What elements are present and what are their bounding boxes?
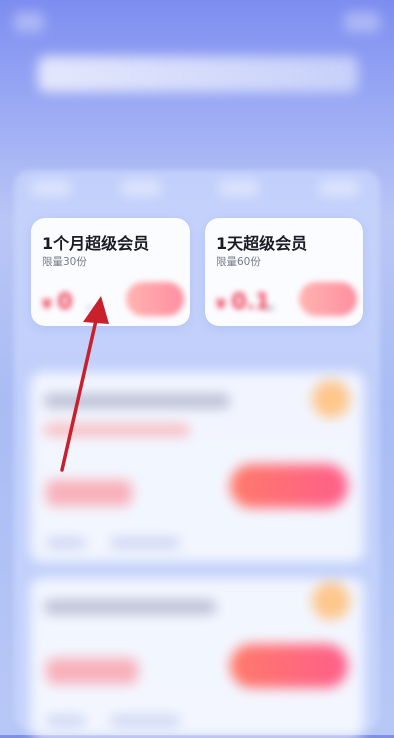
tab-1[interactable] xyxy=(30,180,72,196)
coupon-desc-placeholder xyxy=(44,424,190,436)
card-price: ¥ 0 xyxy=(42,290,73,315)
tab-2[interactable] xyxy=(120,180,162,196)
top-nav-bar xyxy=(0,0,394,50)
price-value: 0 xyxy=(57,290,73,315)
coupon-title-placeholder xyxy=(44,600,216,614)
banner-title xyxy=(38,56,358,92)
coupon-buy-button[interactable] xyxy=(230,464,348,508)
coupon-footer-placeholder xyxy=(46,538,86,548)
currency-symbol: ¥ xyxy=(216,297,226,313)
original-price: ¥5 xyxy=(265,304,276,313)
coupon-price-placeholder xyxy=(46,658,138,684)
coupon-buy-button[interactable] xyxy=(230,644,348,688)
card-title: 1个月超级会员 xyxy=(42,234,150,253)
coupon-badge xyxy=(312,582,350,620)
back-icon[interactable] xyxy=(14,12,44,32)
membership-card-1day[interactable]: 1天超级会员 限量60份 ¥ 0.1 ¥5 xyxy=(205,218,363,326)
card-limit: 限量30份 xyxy=(42,256,87,268)
coupon-price-placeholder xyxy=(46,480,132,506)
original-price: ¥ xyxy=(87,304,93,313)
buy-button[interactable] xyxy=(299,282,357,316)
tab-4[interactable] xyxy=(318,180,360,196)
coupon-footer-placeholder xyxy=(110,716,180,726)
card-limit: 限量60份 xyxy=(216,256,261,268)
more-icon[interactable] xyxy=(344,12,380,32)
currency-symbol: ¥ xyxy=(42,297,52,313)
coupon-title-placeholder xyxy=(44,394,230,408)
coupon-card[interactable] xyxy=(30,578,364,738)
coupon-card[interactable] xyxy=(30,372,364,562)
coupon-footer-placeholder xyxy=(110,538,180,548)
buy-button[interactable] xyxy=(126,282,184,316)
coupon-footer-placeholder xyxy=(46,716,86,726)
coupon-badge xyxy=(312,380,350,418)
tab-3[interactable] xyxy=(218,180,260,196)
membership-card-1month[interactable]: 1个月超级会员 限量30份 ¥ 0 ¥ xyxy=(31,218,190,326)
card-title: 1天超级会员 xyxy=(216,234,308,253)
card-price: ¥ 0.1 xyxy=(216,290,270,315)
tab-row xyxy=(22,176,372,204)
